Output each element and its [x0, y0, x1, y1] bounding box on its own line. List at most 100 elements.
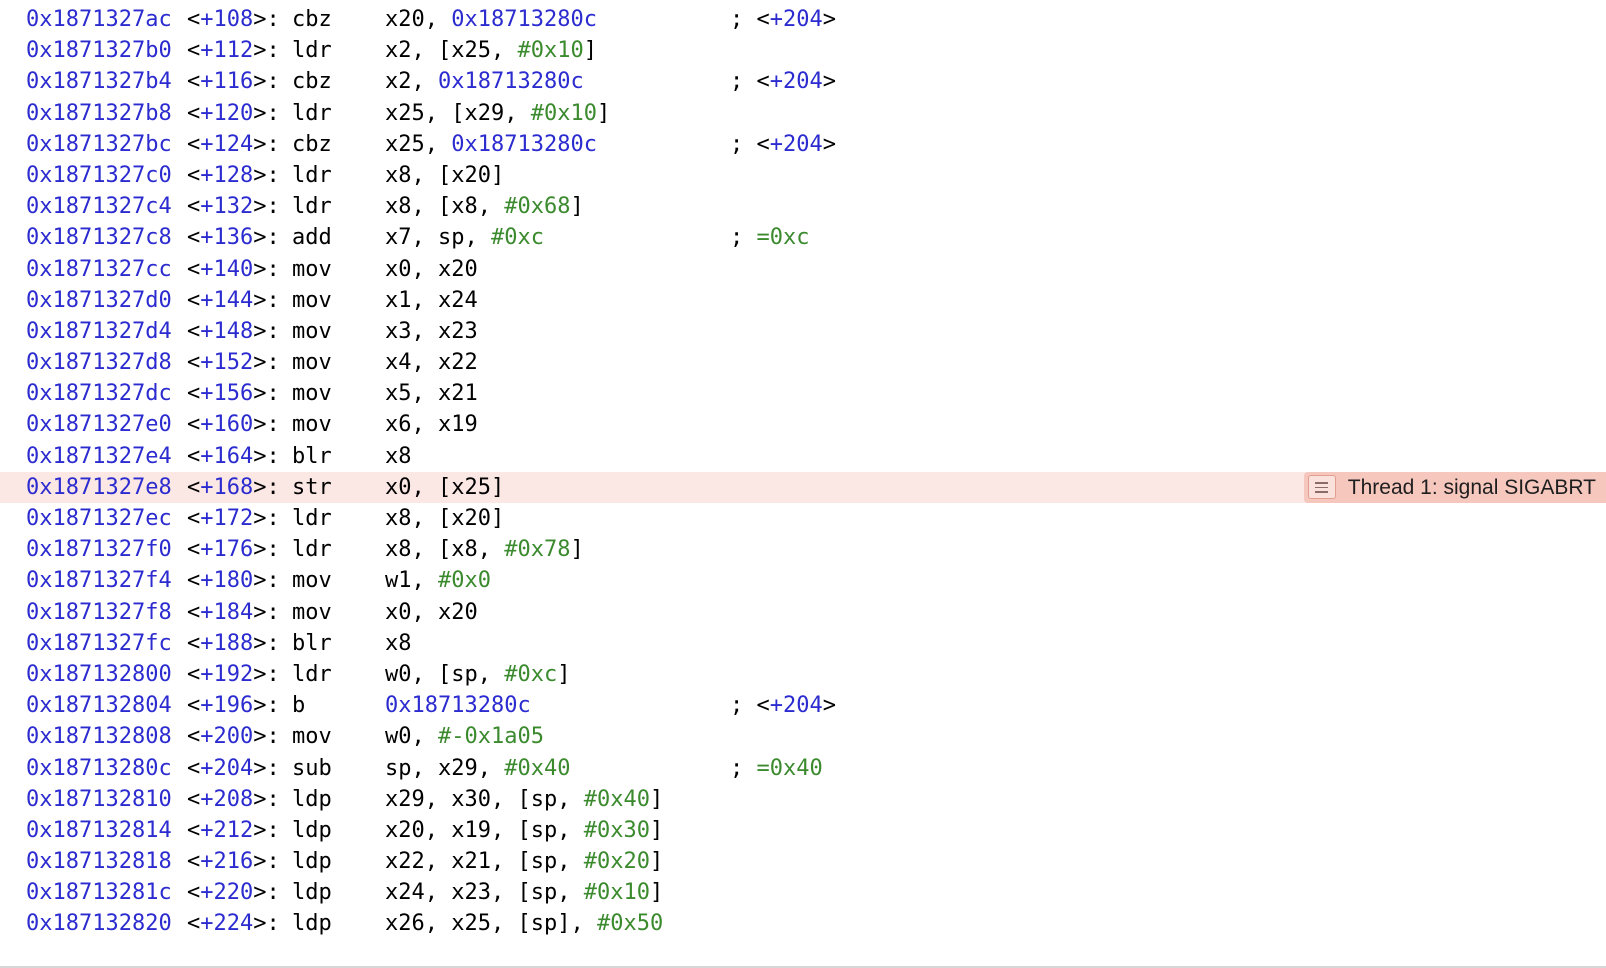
instruction-row[interactable]: 0x1871327c8 <+136>: add x7, sp, #0xc; =0xc [0, 222, 1606, 253]
instruction-mnemonic: str [292, 474, 332, 500]
offset-value: +224 [200, 911, 254, 937]
instruction-row[interactable]: 0x187132810 <+208>: ldp x29, x30, [sp, #0x4… [0, 784, 1606, 815]
instruction-address[interactable]: 0x187132808 [26, 721, 172, 752]
instruction-address[interactable]: 0x1871327ec [26, 503, 172, 534]
instruction-row[interactable]: 0x1871327fc <+188>: blr x8 [0, 628, 1606, 659]
instruction-address[interactable]: 0x1871327c0 [26, 160, 172, 191]
offset-open-bracket: < [187, 100, 201, 126]
instruction-row[interactable]: 0x187132800 <+192>: ldr w0, [sp, #0xc] [0, 659, 1606, 690]
instruction-address[interactable]: 0x187132818 [26, 846, 172, 877]
instruction-address[interactable]: 0x1871327f0 [26, 534, 172, 565]
instruction-address[interactable]: 0x18713281c [26, 877, 172, 908]
operand-punctuation: , [424, 131, 452, 157]
instruction-row[interactable]: 0x1871327b0 <+112>: ldr x2, [x25, #0x10] [0, 35, 1606, 66]
instruction-offset: <+220>: [187, 877, 280, 908]
instruction-row[interactable]: 0x1871327cc <+140>: mov x0, x20 [0, 254, 1606, 285]
comment-branch-offset[interactable]: +204 [770, 69, 823, 94]
instruction-mnemonic: blr [292, 630, 332, 656]
offset-value: +148 [200, 318, 254, 344]
comment-branch-offset[interactable]: +204 [770, 693, 823, 718]
instruction-address[interactable]: 0x1871327c8 [26, 222, 172, 253]
instruction-address[interactable]: 0x1871327d8 [26, 347, 172, 378]
instruction-row[interactable]: 0x1871327ac <+108>: cbz x20, 0x18713280c; <… [0, 4, 1606, 35]
instruction-operands: x2, 0x18713280c [385, 66, 584, 97]
instruction-row[interactable]: 0x18713280c <+204>: sub sp, x29, #0x40; =0x… [0, 753, 1606, 784]
menu-lines-icon[interactable] [1307, 475, 1336, 500]
current-instruction-row[interactable]: 0x1871327e8 <+168>: str x0, [x25] Thread 1:… [0, 471, 1606, 503]
instruction-row[interactable]: 0x1871327f4 <+180>: mov w1, #0x0 [0, 565, 1606, 596]
instruction-mnemonic: ldr [292, 661, 332, 687]
operand-punctuation: , [424, 786, 452, 812]
instruction-address[interactable]: 0x1871327b0 [26, 35, 172, 66]
instruction-row[interactable]: 0x1871327d4 <+148>: mov x3, x23 [0, 316, 1606, 347]
operand-punctuation: ] [649, 786, 664, 812]
instruction-offset: <+168>: [187, 472, 280, 503]
operand-register: x2 [385, 69, 412, 95]
instruction-row[interactable]: 0x1871327d8 <+152>: mov x4, x22 [0, 347, 1606, 378]
instruction-row[interactable]: 0x1871327c0 <+128>: ldr x8, [x20] [0, 160, 1606, 191]
instruction-address[interactable]: 0x1871327e8 [26, 472, 172, 503]
operand-address[interactable]: 0x18713280c [438, 69, 584, 94]
offset-close-bracket: > [253, 474, 267, 500]
instruction-address[interactable]: 0x1871327d4 [26, 316, 172, 347]
instruction-row[interactable]: 0x187132808 <+200>: mov w0, #-0x1a05 [0, 721, 1606, 752]
instruction-address[interactable]: 0x18713280c [26, 753, 172, 784]
operand-immediate: #0x40 [583, 786, 650, 812]
instruction-row[interactable]: 0x1871327ec <+172>: ldr x8, [x20] [0, 503, 1606, 534]
instruction-address[interactable]: 0x1871327fc [26, 628, 172, 659]
instruction-row[interactable]: 0x18713281c <+220>: ldp x24, x23, [sp, #0x1… [0, 877, 1606, 908]
offset-value: +176 [200, 537, 254, 563]
instruction-row[interactable]: 0x1871327f8 <+184>: mov x0, x20 [0, 597, 1606, 628]
operand-register: x0 [385, 256, 412, 282]
operand-register: x20 [451, 506, 491, 531]
instruction-address[interactable]: 0x1871327bc [26, 129, 172, 160]
instruction-mnemonic: mov [292, 381, 332, 407]
instruction-address[interactable]: 0x1871327b8 [26, 98, 172, 129]
offset-close-bracket: > [253, 256, 267, 282]
instruction-address[interactable]: 0x1871327cc [26, 254, 172, 285]
operand-address[interactable]: 0x18713280c [451, 132, 597, 157]
instruction-offset: <+160>: [187, 409, 280, 440]
instruction-address[interactable]: 0x1871327f8 [26, 597, 172, 628]
instruction-row[interactable]: 0x1871327bc <+124>: cbz x25, 0x18713280c; <… [0, 129, 1606, 160]
instruction-address[interactable]: 0x1871327b4 [26, 66, 172, 97]
offset-open-bracket: < [187, 661, 201, 687]
instruction-address[interactable]: 0x1871327e0 [26, 409, 172, 440]
operand-punctuation: , [411, 724, 438, 750]
comment-branch-offset[interactable]: +204 [770, 7, 823, 32]
instruction-row[interactable]: 0x1871327dc <+156>: mov x5, x21 [0, 378, 1606, 409]
instruction-row[interactable]: 0x1871327b8 <+120>: ldr x25, [x29, #0x10] [0, 98, 1606, 129]
instruction-address[interactable]: 0x187132820 [26, 908, 172, 939]
instruction-row[interactable]: 0x1871327b4 <+116>: cbz x2, 0x18713280c; <+… [0, 66, 1606, 97]
instruction-address[interactable]: 0x187132814 [26, 815, 172, 846]
instruction-offset: <+132>: [187, 191, 280, 222]
instruction-row[interactable]: 0x187132814 <+212>: ldp x20, x19, [sp, #0x3… [0, 815, 1606, 846]
comment-branch-offset[interactable]: +204 [770, 132, 823, 157]
instruction-address[interactable]: 0x187132810 [26, 784, 172, 815]
instruction-row[interactable]: 0x187132820 <+224>: ldp x26, x25, [sp], #0x… [0, 908, 1606, 939]
instruction-row[interactable]: 0x187132804 <+196>: b 0x18713280c; <+204> [0, 690, 1606, 721]
operand-address[interactable]: 0x18713280c [385, 693, 531, 718]
offset-open-bracket: < [187, 724, 201, 750]
operand-register: sp [438, 225, 465, 251]
offset-open-bracket: < [187, 599, 201, 625]
instruction-address[interactable]: 0x187132804 [26, 690, 172, 721]
operand-address[interactable]: 0x18713280c [451, 7, 597, 32]
operand-register: x21 [451, 849, 491, 875]
thread-signal-badge[interactable]: Thread 1: signal SIGABRT [1303, 471, 1606, 503]
instruction-mnemonic: ldr [292, 162, 332, 188]
instruction-row[interactable]: 0x187132818 <+216>: ldp x22, x21, [sp, #0x2… [0, 846, 1606, 877]
instruction-row[interactable]: 0x1871327e4 <+164>: blr x8 [0, 441, 1606, 472]
instruction-address[interactable]: 0x187132800 [26, 659, 172, 690]
instruction-row[interactable]: 0x1871327e0 <+160>: mov x6, x19 [0, 409, 1606, 440]
instruction-row[interactable]: 0x1871327c4 <+132>: ldr x8, [x8, #0x68] [0, 191, 1606, 222]
instruction-address[interactable]: 0x1871327dc [26, 378, 172, 409]
offset-colon: : [266, 817, 280, 843]
instruction-address[interactable]: 0x1871327c4 [26, 191, 172, 222]
instruction-address[interactable]: 0x1871327f4 [26, 565, 172, 596]
instruction-address[interactable]: 0x1871327d0 [26, 285, 172, 316]
instruction-row[interactable]: 0x1871327f0 <+176>: ldr x8, [x8, #0x78] [0, 534, 1606, 565]
instruction-address[interactable]: 0x1871327e4 [26, 441, 172, 472]
instruction-row[interactable]: 0x1871327d0 <+144>: mov x1, x24 [0, 285, 1606, 316]
instruction-address[interactable]: 0x1871327ac [26, 4, 172, 35]
